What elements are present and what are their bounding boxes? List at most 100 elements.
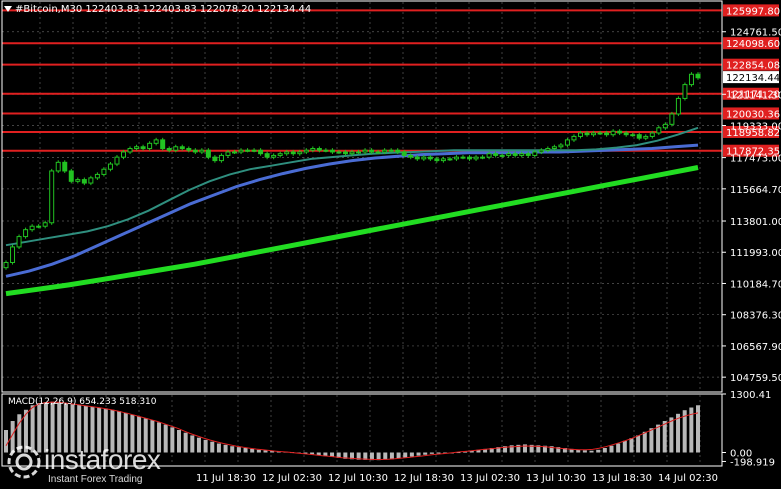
macd-bar bbox=[649, 428, 654, 453]
candle-body bbox=[408, 154, 414, 158]
x-tick-label: 13 Jul 18:30 bbox=[592, 473, 652, 484]
symbol-dropdown-icon[interactable] bbox=[4, 6, 12, 12]
chart-header: #Bitcoin,M30 122403.83 122403.83 122078.… bbox=[4, 4, 311, 15]
macd-bar bbox=[403, 452, 408, 458]
macd-bar bbox=[170, 427, 175, 453]
candle-body bbox=[218, 154, 224, 162]
x-tick-label: 14 Jul 02:30 bbox=[658, 473, 718, 484]
candle-body bbox=[440, 158, 446, 162]
candle-body bbox=[186, 148, 192, 151]
y-tick-label: 115664.70 bbox=[730, 185, 781, 196]
macd-bar bbox=[676, 413, 681, 453]
macd-bar bbox=[389, 452, 394, 460]
macd-bar bbox=[436, 452, 441, 454]
macd-bar bbox=[256, 449, 261, 453]
candle-body bbox=[356, 151, 362, 154]
candle-body bbox=[525, 153, 531, 156]
macd-bar bbox=[423, 452, 428, 455]
macd-bar bbox=[642, 431, 647, 453]
candle-body bbox=[499, 154, 505, 157]
y-tick-label: 111993.00 bbox=[730, 248, 781, 259]
candle-body bbox=[662, 123, 668, 129]
candle-body bbox=[532, 151, 538, 156]
candle-body bbox=[682, 84, 688, 99]
candle-body bbox=[264, 153, 270, 158]
candle-body bbox=[238, 149, 244, 153]
y-tick-label: 119333.00 bbox=[730, 121, 781, 132]
macd-bar bbox=[163, 424, 168, 453]
y-tick-label: 108376.30 bbox=[730, 311, 781, 322]
candle-body bbox=[551, 146, 557, 150]
chart-svg: 125997.80124098.60122854.08121171.201200… bbox=[0, 0, 781, 489]
candle-body bbox=[68, 170, 74, 182]
macd-bar bbox=[596, 449, 601, 453]
candle-body bbox=[643, 135, 649, 139]
y-tick-label: 117473.00 bbox=[730, 154, 781, 165]
candle-body bbox=[134, 146, 140, 150]
macd-bar bbox=[609, 445, 614, 453]
x-tick-label: 12 Jul 02:30 bbox=[262, 473, 322, 484]
macd-y-tick-label: 1300.41 bbox=[730, 390, 771, 401]
candle-body bbox=[460, 156, 466, 159]
macd-bar bbox=[616, 443, 621, 453]
macd-bar bbox=[396, 452, 401, 459]
x-tick-label: 12 Jul 18:30 bbox=[394, 473, 454, 484]
candle-body bbox=[617, 130, 623, 134]
candle-body bbox=[362, 149, 368, 153]
candle-body bbox=[656, 127, 662, 134]
candle-body bbox=[225, 151, 231, 156]
level-label: 122854.08 bbox=[726, 61, 780, 72]
candle-body bbox=[192, 149, 198, 153]
candle-body bbox=[42, 222, 48, 227]
macd-bar bbox=[429, 452, 434, 454]
candle-body bbox=[395, 149, 401, 153]
candle-body bbox=[81, 179, 87, 184]
candle-body bbox=[290, 151, 296, 155]
macd-bar bbox=[210, 441, 215, 453]
candle-body bbox=[23, 229, 29, 238]
candle-body bbox=[199, 149, 205, 153]
watermark-tagline: Instant Forex Trading bbox=[48, 474, 143, 485]
candle-body bbox=[271, 154, 277, 158]
candle-body bbox=[584, 132, 590, 136]
candle-body bbox=[669, 113, 675, 125]
candle-body bbox=[55, 161, 61, 172]
level-label: 124098.60 bbox=[726, 39, 780, 50]
y-tick-label: 124761.50 bbox=[730, 28, 781, 39]
candle-body bbox=[16, 236, 22, 248]
candle-body bbox=[375, 151, 381, 154]
candle-body bbox=[473, 156, 479, 160]
candle-body bbox=[382, 149, 388, 153]
candle-body bbox=[519, 153, 525, 156]
macd-bar bbox=[203, 439, 208, 453]
macd-bar bbox=[656, 424, 661, 453]
macd-bar bbox=[696, 405, 700, 453]
symbol-info: #Bitcoin,M30 122403.83 122403.83 122078.… bbox=[15, 4, 312, 15]
candle-body bbox=[545, 148, 551, 151]
macd-bar bbox=[582, 450, 587, 453]
candle-body bbox=[179, 146, 185, 150]
candle-body bbox=[688, 73, 694, 86]
candle-body bbox=[160, 139, 166, 150]
candle-body bbox=[623, 132, 629, 136]
candle-body bbox=[414, 156, 420, 160]
candle-body bbox=[506, 153, 512, 156]
instaforex-logo-icon bbox=[7, 445, 41, 479]
candle-body bbox=[36, 225, 42, 228]
macd-bar bbox=[636, 435, 641, 453]
candle-body bbox=[284, 151, 290, 155]
candle-body bbox=[558, 144, 564, 148]
candle-body bbox=[121, 151, 127, 158]
candle-body bbox=[49, 170, 55, 224]
macd-bar bbox=[589, 450, 594, 453]
candle-body bbox=[231, 151, 237, 154]
macd-bar bbox=[230, 446, 235, 453]
candle-body bbox=[316, 148, 322, 151]
candle-body bbox=[114, 156, 120, 165]
candle-body bbox=[610, 130, 616, 136]
macd-bar bbox=[383, 452, 388, 460]
y-tick-label: 113801.00 bbox=[730, 217, 781, 228]
candle-body bbox=[388, 149, 394, 152]
candle-body bbox=[147, 142, 153, 150]
candle-body bbox=[467, 156, 473, 160]
